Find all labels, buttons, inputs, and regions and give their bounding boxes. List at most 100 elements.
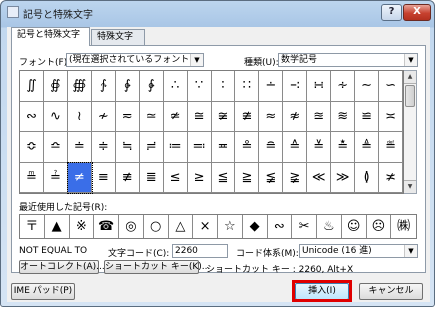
scroll-up-icon[interactable]: ▲ <box>404 71 416 84</box>
symbol-cell[interactable]: ≥ <box>187 162 212 193</box>
symbol-cell[interactable]: ∸ <box>259 71 284 102</box>
symbol-cell[interactable]: ≏ <box>43 132 68 163</box>
symbol-cell[interactable]: ∰ <box>67 71 92 102</box>
tab-special-characters[interactable]: 特殊文字 <box>91 29 145 45</box>
char-code-input[interactable]: 2260 <box>172 244 228 258</box>
symbol-cell[interactable]: ≣ <box>139 162 164 193</box>
symbol-cell[interactable]: ≬ <box>355 162 380 193</box>
symbol-cell[interactable]: ≉ <box>283 101 308 132</box>
recent-symbol[interactable]: ◎ <box>119 215 144 238</box>
recent-symbol[interactable]: ◆ <box>243 215 268 238</box>
recent-symbol[interactable]: ▲ <box>45 215 70 238</box>
symbol-cell[interactable]: ≨ <box>259 162 284 193</box>
symbol-cell[interactable]: ≟ <box>43 162 68 193</box>
symbol-cell[interactable]: ≫ <box>331 162 356 193</box>
chevron-down-icon[interactable]: ▼ <box>404 54 417 66</box>
symbol-cell[interactable]: ≜ <box>355 132 380 163</box>
symbol-cell[interactable]: ≙ <box>283 132 308 163</box>
symbol-cell[interactable]: ≧ <box>235 162 260 193</box>
shortcut-key-button[interactable]: ショートカット キー(K)... <box>104 260 210 274</box>
symbol-cell[interactable]: ≀ <box>67 101 92 132</box>
encoding-select[interactable]: Unicode (16 進) ▼ <box>299 244 418 258</box>
symbol-cell[interactable]: ≆ <box>211 101 236 132</box>
symbol-cell[interactable]: ≇ <box>235 101 260 132</box>
symbol-cell[interactable]: ∱ <box>91 71 116 102</box>
symbol-cell[interactable]: ≂ <box>115 101 140 132</box>
symbol-cell[interactable]: ∳ <box>139 71 164 102</box>
symbol-cell[interactable]: ≞ <box>20 162 44 193</box>
help-button[interactable]: ? <box>381 4 402 21</box>
symbol-cell[interactable]: ∬ <box>20 71 44 102</box>
symbol-cell[interactable]: ≒ <box>115 132 140 163</box>
symbol-cell-selected[interactable]: ≠ <box>66 161 93 194</box>
symbol-cell[interactable]: ≘ <box>259 132 284 163</box>
symbol-cell[interactable]: ≦ <box>211 162 236 193</box>
recent-symbol[interactable]: ∾ <box>268 215 293 238</box>
symbol-cell[interactable]: ≓ <box>139 132 164 163</box>
symbol-cell[interactable]: ≡ <box>91 162 116 193</box>
symbol-cell[interactable]: ≗ <box>235 132 260 163</box>
cancel-button[interactable]: キャンセル <box>359 283 423 300</box>
symbol-cell[interactable]: ≄ <box>163 101 188 132</box>
symbol-cell[interactable]: ≕ <box>187 132 212 163</box>
recent-symbol[interactable]: ※ <box>70 215 95 238</box>
recent-symbol[interactable]: 〒 <box>20 215 45 238</box>
symbol-grid-scrollbar[interactable]: ▲ ▼ <box>404 70 417 194</box>
scrollbar-thumb[interactable] <box>405 85 415 107</box>
recent-symbol[interactable]: ✂ <box>292 215 317 238</box>
recent-symbol[interactable]: ♨ <box>317 215 342 238</box>
ime-pad-button[interactable]: IME パッド(P) <box>11 283 75 300</box>
symbol-cell[interactable]: ∿ <box>43 101 68 132</box>
symbol-cell[interactable]: ≎ <box>20 132 44 163</box>
symbol-cell[interactable]: ∷ <box>235 71 260 102</box>
symbol-cell[interactable]: ≢ <box>115 162 140 193</box>
symbol-cell[interactable]: ≅ <box>187 101 212 132</box>
symbol-cell[interactable]: ≌ <box>355 101 380 132</box>
chevron-down-icon[interactable]: ▼ <box>404 245 417 257</box>
symbol-cell[interactable]: ∻ <box>331 71 356 102</box>
symbol-cell[interactable]: ≚ <box>307 132 332 163</box>
symbol-cell[interactable]: ≑ <box>91 132 116 163</box>
symbol-cell[interactable]: ∼ <box>355 71 380 102</box>
symbol-cell[interactable]: ∹ <box>283 71 308 102</box>
recent-symbol[interactable]: ☺ <box>342 215 367 238</box>
recent-symbol[interactable]: ☎ <box>94 215 119 238</box>
recent-symbol[interactable]: ☹ <box>367 215 392 238</box>
symbol-cell[interactable]: ≔ <box>163 132 188 163</box>
symbol-cell[interactable]: ≭ <box>379 162 403 193</box>
recent-symbol[interactable]: ㈱ <box>391 215 416 238</box>
symbol-cell[interactable]: ∴ <box>163 71 188 102</box>
symbol-cell[interactable]: ≤ <box>163 162 188 193</box>
subset-select[interactable]: 数学記号 ▼ <box>278 53 418 67</box>
symbol-cell[interactable]: ≖ <box>211 132 236 163</box>
recent-symbol[interactable]: × <box>193 215 218 238</box>
symbol-cell[interactable]: ≐ <box>67 132 92 163</box>
symbol-cell[interactable]: ≝ <box>379 132 403 163</box>
symbol-cell[interactable]: ∵ <box>187 71 212 102</box>
tab-symbols[interactable]: 記号と特殊文字 <box>11 27 90 46</box>
symbol-cell[interactable]: ≊ <box>307 101 332 132</box>
autocorrect-button[interactable]: オートコレクト(A)... <box>19 260 105 274</box>
scroll-down-icon[interactable]: ▼ <box>404 180 416 193</box>
recent-symbol[interactable]: ☆ <box>218 215 243 238</box>
font-select[interactable]: (現在選択されているフォント) ▼ <box>66 53 204 67</box>
symbol-cell[interactable]: ∶ <box>211 71 236 102</box>
symbol-cell[interactable]: ≪ <box>307 162 332 193</box>
recent-label: 最近使用した記号(R): <box>19 203 108 213</box>
symbol-cell[interactable]: ≈ <box>259 101 284 132</box>
symbol-cell[interactable]: ∲ <box>115 71 140 102</box>
symbol-cell[interactable]: ∺ <box>307 71 332 102</box>
symbol-cell[interactable]: ≍ <box>379 101 403 132</box>
symbol-cell[interactable]: ∽ <box>379 71 403 102</box>
symbol-cell[interactable]: ≁ <box>91 101 116 132</box>
symbol-cell[interactable]: ∾ <box>20 101 44 132</box>
chevron-down-icon[interactable]: ▼ <box>190 54 203 66</box>
symbol-cell[interactable]: ≋ <box>331 101 356 132</box>
symbol-cell[interactable]: ∯ <box>43 71 68 102</box>
symbol-cell[interactable]: ≃ <box>139 101 164 132</box>
close-button[interactable]: X <box>403 4 431 21</box>
symbol-cell[interactable]: ≛ <box>331 132 356 163</box>
symbol-cell[interactable]: ≩ <box>283 162 308 193</box>
recent-symbol[interactable]: ○ <box>144 215 169 238</box>
recent-symbol[interactable]: △ <box>169 215 194 238</box>
